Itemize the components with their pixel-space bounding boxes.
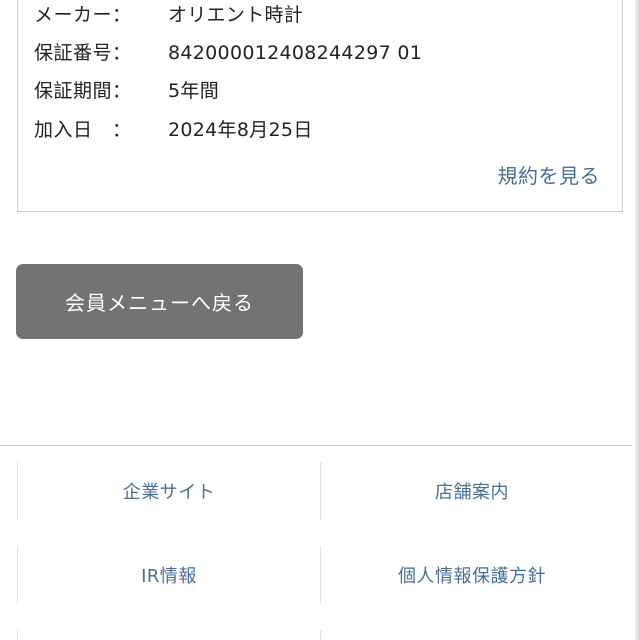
info-value: 5年間 (168, 80, 219, 102)
warranty-info-card: メーカー： オリエント時計 保証番号： 842000012408244297 0… (17, 0, 623, 212)
info-key: 保証期間： (34, 80, 132, 102)
info-key: 加入日 ： (34, 119, 132, 141)
view-terms-link[interactable]: 規約を見る (498, 160, 601, 189)
info-value: 2024年8月25日 (168, 119, 313, 141)
scroll-edge (635, 0, 640, 640)
footer-links: 企業サイト 店舗案内 IR情報 個人情報保護方針 (0, 446, 635, 640)
footer-link-privacy-policy[interactable]: 個人情報保護方針 (321, 546, 623, 604)
info-value: 842000012408244297 01 (168, 42, 423, 64)
info-row-warranty-number: 保証番号： 842000012408244297 01 (34, 38, 422, 68)
info-row-join-date: 加入日 ： 2024年8月25日 (34, 115, 313, 145)
info-key: メーカー： (34, 4, 132, 26)
page: メーカー： オリエント時計 保証番号： 842000012408244297 0… (0, 0, 640, 640)
footer-separator (320, 630, 321, 640)
back-to-member-menu-button[interactable]: 会員メニューへ戻る (16, 264, 303, 339)
footer-link-corporate-site[interactable]: 企業サイト (18, 462, 320, 520)
footer-separator (17, 630, 18, 640)
footer-link-store-guide[interactable]: 店舗案内 (321, 462, 623, 520)
info-row-warranty-period: 保証期間： 5年間 (34, 76, 219, 106)
info-row-maker: メーカー： オリエント時計 (34, 0, 303, 30)
info-value: オリエント時計 (168, 4, 304, 26)
info-key: 保証番号： (34, 42, 132, 64)
footer-link-ir-info[interactable]: IR情報 (18, 546, 320, 604)
